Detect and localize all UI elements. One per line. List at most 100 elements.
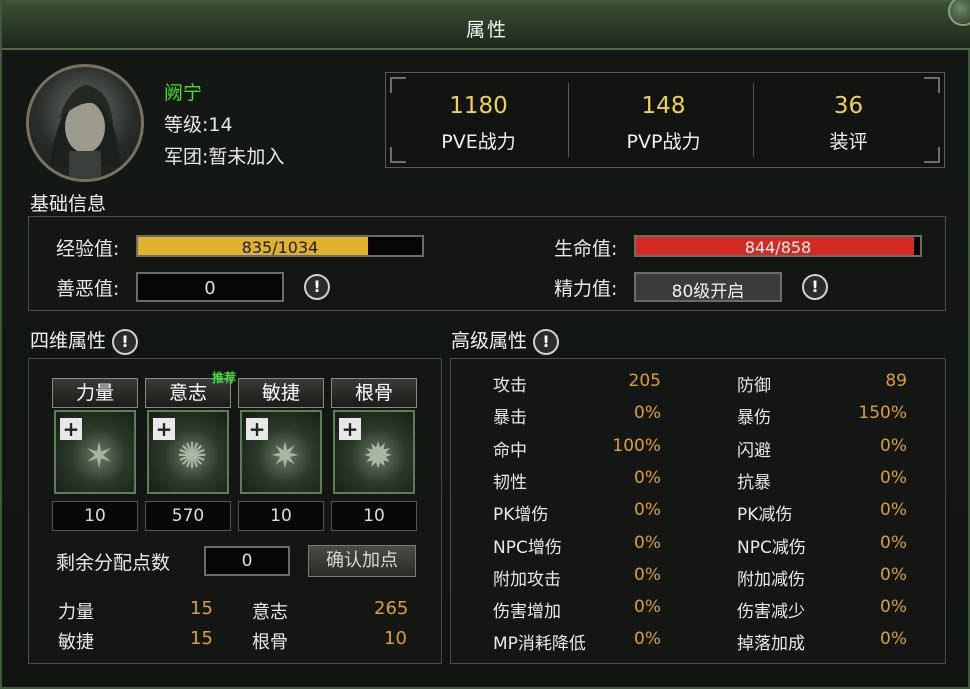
attr-name: 闪避: [737, 440, 771, 461]
window-title: 属性: [465, 19, 508, 41]
attr-name: 附加攻击: [493, 569, 561, 590]
attr-value: 0%: [634, 467, 661, 488]
attr-will-icon: + ✺: [147, 410, 229, 494]
attr-value: 0%: [634, 564, 661, 585]
avatar-portrait: [49, 85, 121, 179]
confirm-points-button[interactable]: 确认加点: [308, 545, 416, 577]
avatar: [26, 64, 144, 182]
attr-name: 伤害减少: [737, 602, 805, 623]
gear-score-value: 36: [833, 93, 864, 119]
pve-power-value: 1180: [449, 93, 508, 119]
divider: [568, 83, 569, 157]
remaining-points-value: 0: [241, 551, 253, 571]
attr-value: 205: [628, 371, 661, 391]
basic-info-title: 基础信息: [30, 193, 107, 215]
attr-value: 0%: [634, 403, 661, 424]
attr-value: 0%: [880, 597, 907, 618]
plus-icon[interactable]: +: [246, 418, 268, 440]
advanced-attr-row: NPC增伤 0% NPC减伤 0%: [451, 533, 945, 565]
attr-value: 0%: [880, 532, 907, 553]
advanced-attr-row: 暴击 0% 暴伤 150%: [451, 403, 945, 435]
constitution-glyph-icon: ✹: [363, 436, 394, 477]
attr-strength-value: 10: [52, 501, 138, 531]
advanced-attr-title: 高级属性 !: [451, 326, 560, 355]
attr-name: NPC减伤: [737, 537, 806, 558]
plus-icon[interactable]: +: [339, 418, 361, 440]
attr-agility-value: 10: [238, 501, 324, 531]
attr-name: 伤害增加: [493, 602, 561, 623]
attr-value: 0%: [880, 435, 907, 456]
recommend-badge: 推荐: [212, 371, 237, 385]
pve-power: 1180 PVE战力: [386, 73, 571, 167]
attr-name: PK减伤: [737, 505, 793, 526]
four-attr-title: 四维属性 !: [30, 326, 139, 355]
gear-score-label: 装评: [829, 131, 868, 153]
exclamation-circle-icon[interactable]: !: [533, 328, 560, 355]
gear-score: 36 装评: [756, 73, 941, 167]
summary-constitution-label: 根骨: [252, 632, 288, 653]
advanced-attr-title-text: 高级属性: [451, 330, 528, 352]
attr-name: NPC增伤: [493, 537, 562, 558]
plus-icon[interactable]: +: [60, 418, 82, 440]
advanced-attr-row: 攻击 205 防御 89: [451, 371, 945, 403]
pvp-power: 148 PVP战力: [571, 73, 756, 167]
title-bar[interactable]: 属性: [2, 0, 970, 50]
exclamation-circle-icon[interactable]: !: [112, 328, 139, 355]
exclamation-circle-icon[interactable]: !: [304, 274, 330, 300]
attr-strength-icon: + ✶: [54, 410, 136, 494]
attr-name: MP消耗降低: [493, 634, 586, 655]
summary-agility-label: 敏捷: [58, 632, 94, 653]
karma-value: 0: [204, 278, 216, 299]
character-guild: 军团:暂未加入: [164, 146, 285, 168]
advanced-attr-row: PK增伤 0% PK减伤 0%: [451, 500, 945, 532]
plus-icon[interactable]: +: [153, 418, 175, 440]
attr-name: 暴伤: [737, 408, 771, 429]
advanced-attr-panel: 攻击 205 防御 89 暴击 0% 暴伤 150% 命中 100% 闪避 0% 韧性 0% 抗暴 0% PK增…: [450, 358, 946, 664]
attr-name: 暴击: [493, 408, 527, 429]
summary-strength-value: 15: [190, 598, 213, 619]
attr-value: 0%: [634, 597, 661, 618]
summary-strength-label: 力量: [58, 602, 94, 623]
attr-constitution-header: 根骨: [331, 378, 417, 408]
attr-agility-icon: + ✷: [240, 410, 322, 494]
summary-will-value: 265: [374, 598, 409, 619]
energy-value: 80级开启: [671, 282, 745, 302]
attr-constitution-icon: + ✹: [333, 410, 415, 494]
exp-bar: 835/1034: [136, 235, 424, 257]
attribute-window: 属性 阙宁 等级:14 军团:暂未加入 1180 PVE战力 148 PVP战力…: [0, 0, 970, 689]
attr-value: 0%: [634, 629, 661, 650]
attr-name: 抗暴: [737, 472, 771, 493]
strength-glyph-icon: ✶: [84, 436, 115, 477]
energy-field: 80级开启: [634, 272, 782, 302]
karma-field: 0: [136, 272, 284, 302]
attr-name: PK增伤: [493, 505, 549, 526]
attr-value: 0%: [880, 564, 907, 585]
attr-name: 韧性: [493, 472, 527, 493]
exp-value: 835/1034: [241, 238, 319, 257]
power-summary: 1180 PVE战力 148 PVP战力 36 装评: [385, 72, 945, 168]
divider: [753, 83, 754, 157]
attr-value: 0%: [634, 500, 661, 521]
attr-value: 0%: [880, 500, 907, 521]
summary-agility-value: 15: [190, 628, 213, 649]
attr-value: 150%: [858, 403, 907, 424]
hp-bar: 844/858: [634, 235, 922, 257]
summary-will-label: 意志: [252, 602, 288, 623]
attr-name: 附加减伤: [737, 569, 805, 590]
remaining-points-label: 剩余分配点数: [56, 552, 171, 574]
attr-constitution-value: 10: [331, 501, 417, 531]
attr-value: 100%: [612, 435, 661, 456]
pvp-power-value: 148: [641, 93, 686, 119]
attr-agility-header: 敏捷: [238, 378, 324, 408]
summary-constitution-value: 10: [384, 628, 407, 649]
advanced-attr-row: MP消耗降低 0% 掉落加成 0%: [451, 629, 945, 661]
hp-label: 生命值:: [554, 238, 618, 260]
exp-label: 经验值:: [56, 238, 120, 260]
attr-name: 防御: [737, 376, 771, 396]
remaining-points-field: 0: [204, 546, 290, 576]
agility-glyph-icon: ✷: [270, 436, 301, 477]
exclamation-circle-icon[interactable]: !: [802, 274, 828, 300]
pve-power-label: PVE战力: [441, 131, 516, 153]
attr-value: 0%: [634, 532, 661, 553]
advanced-attr-row: 伤害增加 0% 伤害减少 0%: [451, 597, 945, 629]
